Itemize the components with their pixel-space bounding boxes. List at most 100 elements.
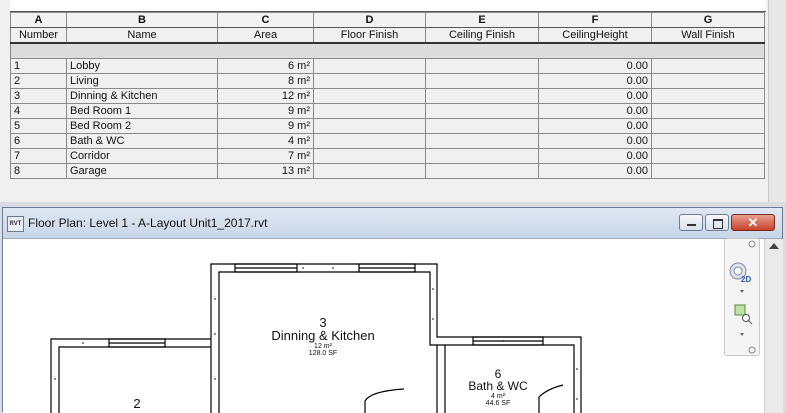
plan-vertical-scrollbar[interactable] [764,239,783,413]
cell-wall[interactable] [651,118,765,134]
window-title-bar[interactable]: RVT Floor Plan: Level 1 - A-Layout Unit1… [3,208,782,239]
table-row[interactable]: 4 Bed Room 19 m² 0.00 [10,103,765,119]
cell-wall[interactable] [651,88,765,104]
minimize-button[interactable] [679,214,703,231]
cell-area[interactable]: 7 m² [217,148,314,164]
cell-floor[interactable] [313,88,426,104]
close-button[interactable]: ✕ [731,214,775,231]
cell-floor[interactable] [313,58,426,74]
cell-number[interactable]: 1 [10,58,67,74]
navbar-close-icon[interactable] [748,240,756,248]
column-letter[interactable]: A [10,12,67,28]
cell-name[interactable]: Garage [66,163,218,179]
cell-ceiling[interactable] [425,58,539,74]
column-header[interactable]: Wall Finish [651,27,765,44]
cell-height[interactable]: 0.00 [538,73,652,89]
cell-wall[interactable] [651,148,765,164]
column-header[interactable]: Floor Finish [313,27,426,44]
cell-number[interactable]: 6 [10,133,67,149]
cell-area[interactable]: 4 m² [217,133,314,149]
schedule-vertical-scrollbar[interactable] [768,0,786,202]
cell-ceiling[interactable] [425,103,539,119]
cell-number[interactable]: 4 [10,103,67,119]
zoom-dropdown-icon[interactable] [740,333,744,336]
cell-area[interactable]: 8 m² [217,73,314,89]
navbar-options-icon[interactable] [748,346,756,354]
room-schedule-table[interactable]: A B C D E F G Number Name Area Floor Fin… [10,12,765,179]
column-letter[interactable]: D [313,12,426,28]
cell-floor[interactable] [313,148,426,164]
column-letter[interactable]: F [538,12,652,28]
cell-area[interactable]: 13 m² [217,163,314,179]
cell-number[interactable]: 2 [10,73,67,89]
navigation-bar-graphics [729,240,756,354]
cell-wall[interactable] [651,163,765,179]
room-number: 2 [133,396,141,411]
cell-name[interactable]: Corridor [66,148,218,164]
column-header[interactable]: Area [217,27,314,44]
cell-name[interactable]: Lobby [66,58,218,74]
room-tag-dinning[interactable]: 3 Dinning & Kitchen 12 m² 128.0 SF [265,315,381,357]
cell-name[interactable]: Bed Room 2 [66,118,218,134]
table-row[interactable]: 8 Garage 13 m² 0.00 [10,163,765,179]
cell-wall[interactable] [651,103,765,119]
floor-plan-drawing [50,263,582,413]
cell-height[interactable]: 0.00 [538,103,652,119]
cell-name[interactable]: Living [66,73,218,89]
column-header[interactable]: Ceiling Finish [425,27,539,44]
column-header[interactable]: CeilingHeight [538,27,652,44]
table-row[interactable]: 7 Corridor 7 m² 0.00 [10,148,765,164]
cell-name[interactable]: Dinning & Kitchen [66,88,218,104]
table-row[interactable]: 3 Dinning & Kitchen 12 m² 0.00 [10,88,765,104]
cell-wall[interactable] [651,133,765,149]
cell-number[interactable]: 7 [10,148,67,164]
cell-wall[interactable] [651,58,765,74]
column-letter[interactable]: C [217,12,314,28]
room-tag-bath[interactable]: 6 Bath & WC 4 m² 44.6 SF [458,367,538,407]
table-row[interactable]: 5 Bed Room 29 m² 0.00 [10,118,765,134]
cell-height[interactable]: 0.00 [538,133,652,149]
cell-name[interactable]: Bath & WC [66,133,218,149]
partition-wall [436,345,446,413]
cell-ceiling[interactable] [425,73,539,89]
column-letter[interactable]: E [425,12,539,28]
room-area-sf: 128.0 SF [308,350,338,357]
cell-area[interactable]: 9 m² [217,103,314,119]
cell-height[interactable]: 0.00 [538,88,652,104]
column-letter[interactable]: B [66,12,218,28]
cell-floor[interactable] [313,163,426,179]
cell-height[interactable]: 0.00 [538,118,652,134]
cell-height[interactable]: 0.00 [538,163,652,179]
zoom-region-icon[interactable] [734,304,746,316]
restore-button[interactable] [705,214,729,231]
cell-name[interactable]: Bed Room 1 [66,103,218,119]
column-header[interactable]: Name [66,27,218,44]
scroll-up-icon[interactable] [769,243,779,249]
table-row[interactable]: 6 Bath & WC 4 m² 0.00 [10,133,765,149]
cell-height[interactable]: 0.00 [538,58,652,74]
cell-ceiling[interactable] [425,118,539,134]
cell-area[interactable]: 12 m² [217,88,314,104]
cell-number[interactable]: 5 [10,118,67,134]
table-row[interactable]: 2 Living 8 m² 0.00 [10,73,765,89]
table-row[interactable]: 1 Lobby 6 m² 0.00 [10,58,765,74]
drawing-canvas[interactable]: 3 Dinning & Kitchen 12 m² 128.0 SF 6 Bat… [3,239,764,413]
room-tag-living[interactable]: 2 [127,396,147,411]
steering-wheel-dropdown-icon[interactable] [740,290,744,293]
column-header[interactable]: Number [10,27,67,44]
cell-ceiling[interactable] [425,88,539,104]
cell-ceiling[interactable] [425,163,539,179]
cell-wall[interactable] [651,73,765,89]
cell-floor[interactable] [313,73,426,89]
cell-floor[interactable] [313,103,426,119]
cell-ceiling[interactable] [425,133,539,149]
column-letter[interactable]: G [651,12,765,28]
cell-number[interactable]: 8 [10,163,67,179]
cell-area[interactable]: 9 m² [217,118,314,134]
cell-area[interactable]: 6 m² [217,58,314,74]
cell-height[interactable]: 0.00 [538,148,652,164]
cell-floor[interactable] [313,118,426,134]
cell-ceiling[interactable] [425,148,539,164]
cell-number[interactable]: 3 [10,88,67,104]
cell-floor[interactable] [313,133,426,149]
